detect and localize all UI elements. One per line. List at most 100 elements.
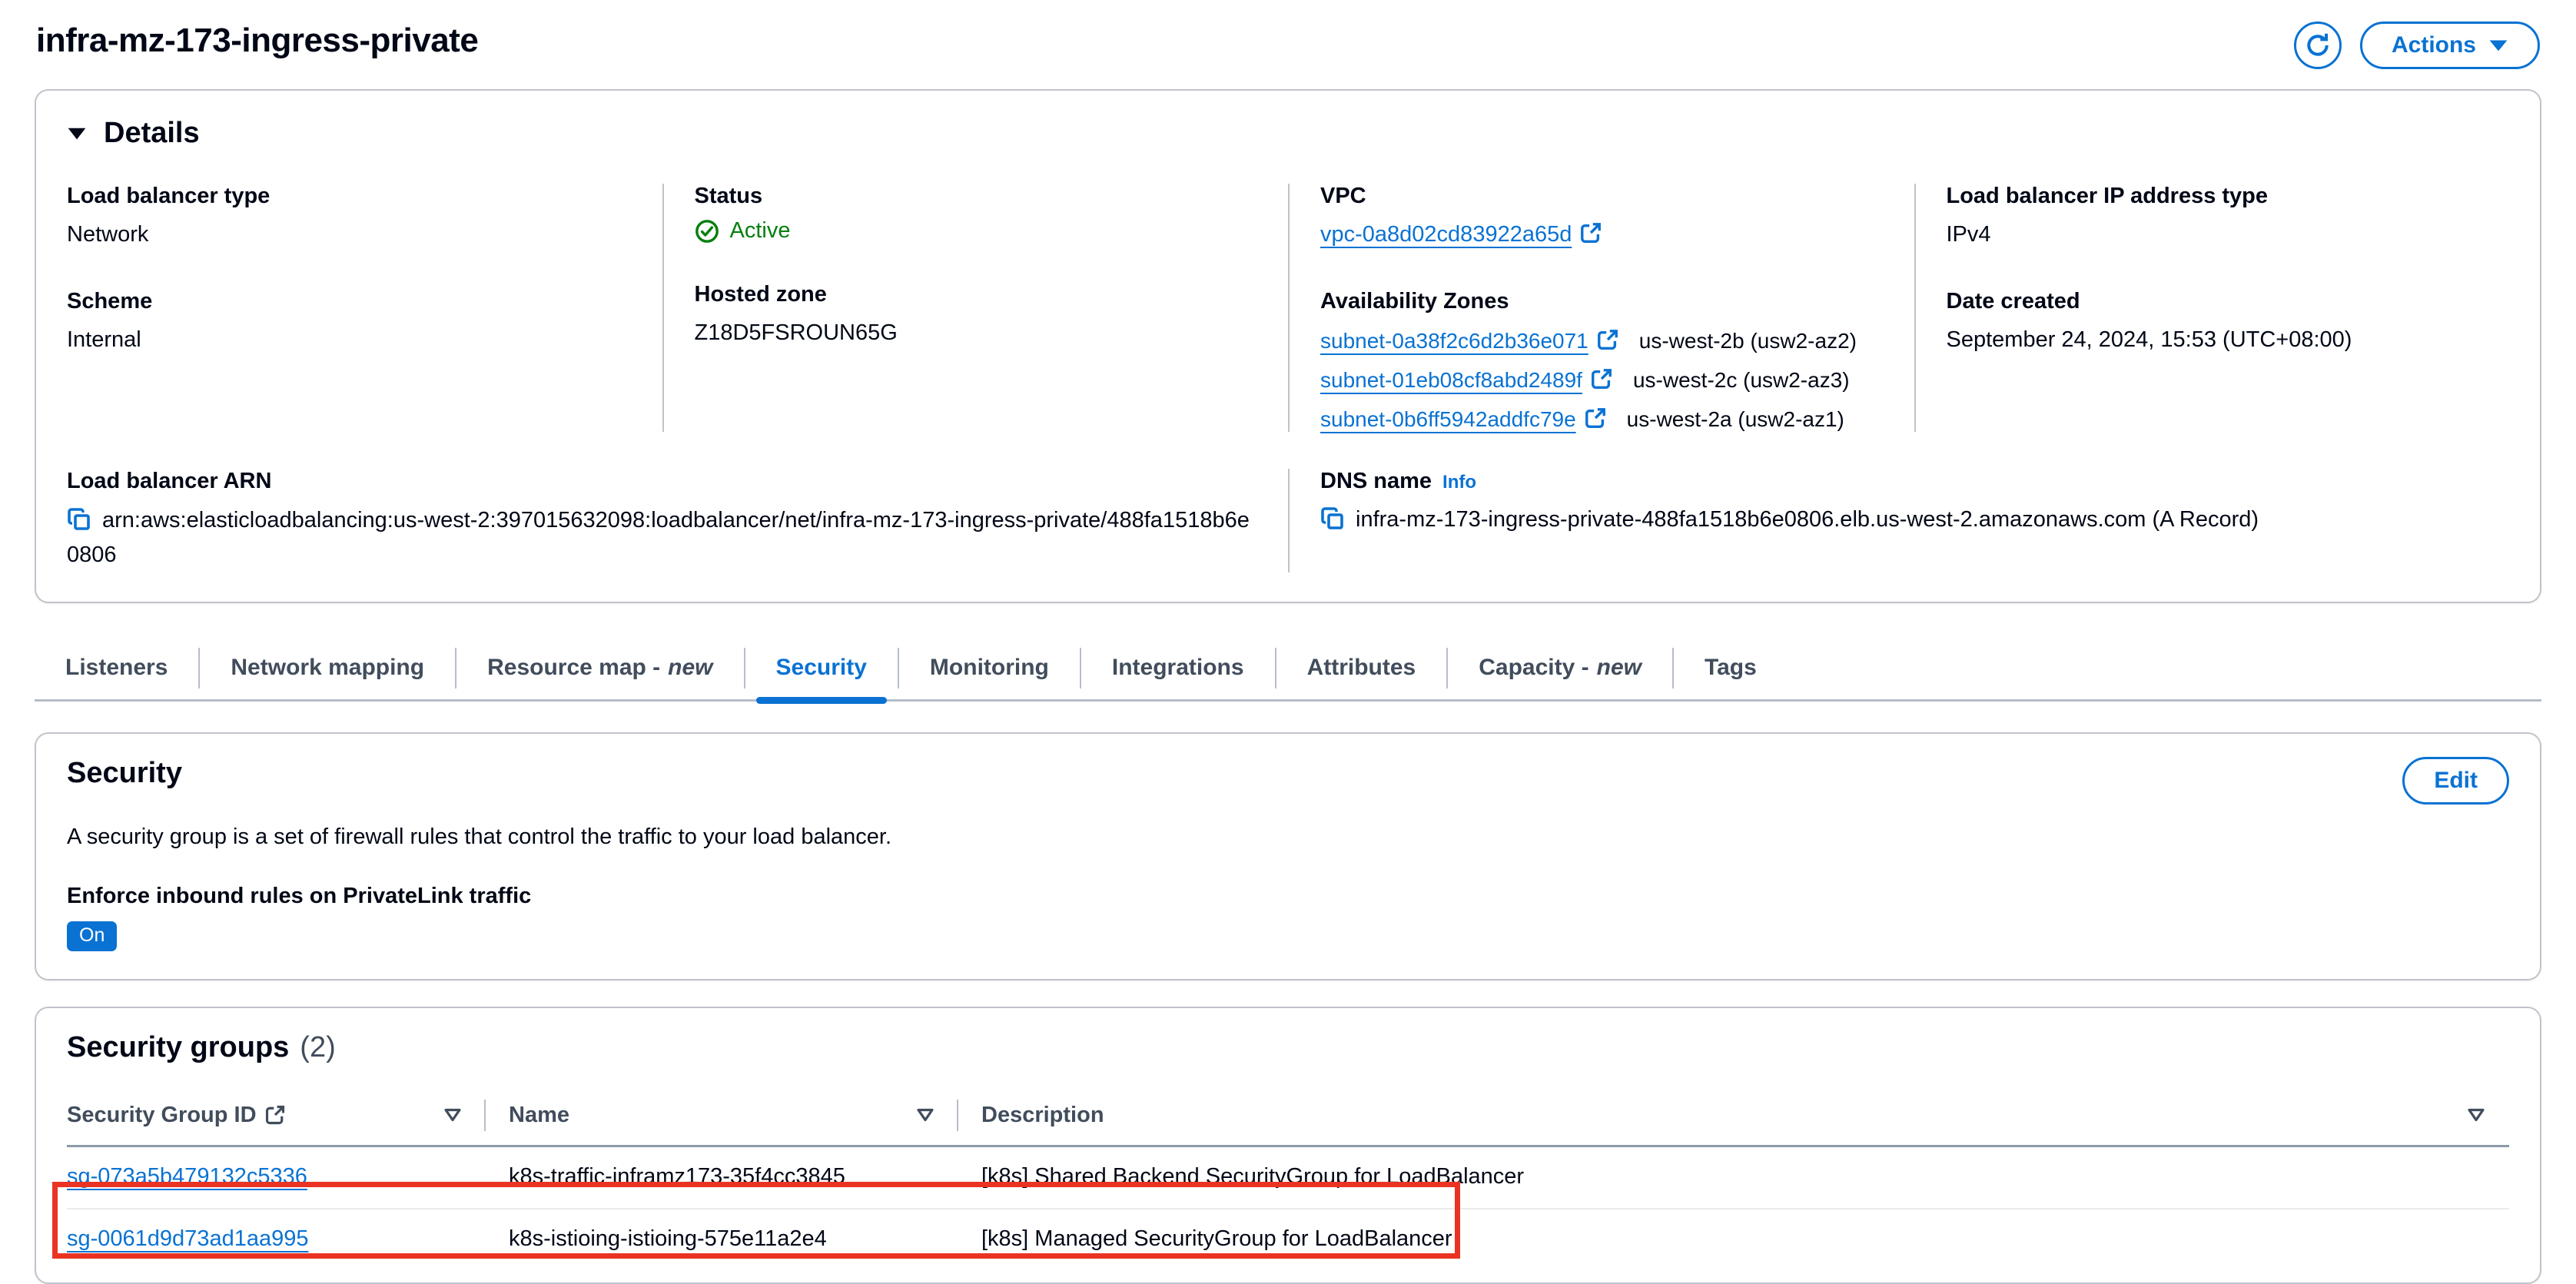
status-text: Active: [729, 218, 791, 243]
tab-new-suffix: new: [668, 655, 713, 681]
column-header-description[interactable]: Description: [958, 1087, 2509, 1145]
tab-label: Integrations: [1111, 655, 1244, 681]
external-link-icon: [1579, 221, 1602, 244]
field-label: DNS name Info: [1320, 469, 2512, 494]
subnet-link[interactable]: subnet-0a38f2c6d2b36e071: [1320, 329, 1588, 353]
field-value: IPv4: [1946, 222, 1991, 247]
details-column-1: Load balancer type Network Scheme Intern…: [36, 184, 662, 432]
arn-text: arn:aws:elasticloadbalancing:us-west-2:3…: [67, 508, 1250, 567]
edit-button[interactable]: Edit: [2402, 756, 2509, 805]
security-groups-panel: Security groups (2) Security Group ID Na…: [35, 1006, 2541, 1284]
subnet-az: us-west-2c (usw2-az3): [1632, 368, 1850, 393]
security-groups-table: Security Group ID Name Description sg-07…: [67, 1087, 2509, 1282]
actions-button[interactable]: Actions: [2359, 22, 2540, 69]
details-title: Details: [104, 117, 200, 149]
security-panel: Security Edit A security group is a set …: [35, 732, 2541, 980]
field-availability-zones: Availability Zones subnet-0a38f2c6d2b36e…: [1320, 289, 1887, 432]
tab-label: Listeners: [65, 655, 168, 681]
subnet-link-text: subnet-01eb08cf8abd2489f: [1320, 368, 1582, 393]
column-header-name[interactable]: Name: [486, 1087, 958, 1145]
field-vpc: VPC vpc-0a8d02cd83922a65d: [1320, 184, 1887, 250]
privatelink-label: Enforce inbound rules on PrivateLink tra…: [67, 883, 532, 908]
field-dns: DNS name Info infra-mz-173-ingress-privat…: [1320, 469, 2512, 536]
vpc-link-text: vpc-0a8d02cd83922a65d: [1320, 222, 1572, 247]
tab-attributes[interactable]: Attributes: [1276, 637, 1447, 699]
details-grid-row2: Load balancer ARN arn:aws:elasticloadbal…: [36, 469, 2540, 572]
security-group-link[interactable]: sg-0061d9d73ad1aa995: [67, 1226, 308, 1251]
tab-label: Monitoring: [929, 655, 1049, 681]
tab-label: Capacity -: [1479, 655, 1589, 681]
tab-bar: Listeners Network mapping Resource map -…: [35, 637, 2541, 704]
field-label: Load balancer ARN: [67, 469, 272, 494]
details-collapse-toggle[interactable]: Details: [36, 111, 2540, 156]
dns-info-link[interactable]: Info: [1442, 472, 1476, 493]
external-link-icon: [1590, 367, 1613, 390]
copy-dns-button[interactable]: [1320, 506, 1345, 531]
tab-resource-map[interactable]: Resource map - new: [456, 637, 743, 699]
tab-tags[interactable]: Tags: [1674, 637, 1788, 699]
details-arn-column: Load balancer ARN arn:aws:elasticloadbal…: [36, 469, 1288, 572]
table-row: sg-0061d9d73ad1aa995 k8s-istioing-istioi…: [67, 1209, 2509, 1282]
column-header-security-group-id[interactable]: Security Group ID: [67, 1087, 486, 1145]
tab-network-mapping[interactable]: Network mapping: [200, 637, 455, 699]
field-arn: Load balancer ARN arn:aws:elasticloadbal…: [67, 469, 1260, 572]
field-ip-type: Load balancer IP address type IPv4: [1947, 184, 2513, 250]
cell-description: [k8s] Managed SecurityGroup for LoadBala…: [981, 1226, 1452, 1251]
field-label: Hosted zone: [694, 282, 827, 307]
details-dns-column: DNS name Info infra-mz-173-ingress-privat…: [1288, 469, 2540, 572]
vpc-link[interactable]: vpc-0a8d02cd83922a65d: [1320, 222, 1572, 247]
cell-name: k8s-istioing-istioing-575e11a2e4: [509, 1226, 827, 1251]
sort-icon: [915, 1106, 935, 1123]
security-title: Security: [67, 756, 182, 789]
dns-text: infra-mz-173-ingress-private-488fa1518b6…: [1356, 507, 2259, 533]
actions-button-label: Actions: [2391, 32, 2476, 58]
tab-listeners[interactable]: Listeners: [35, 637, 198, 699]
status-value: Active: [695, 218, 1261, 244]
sort-icon: [443, 1106, 463, 1123]
column-header-label: Description: [981, 1102, 1104, 1127]
external-link-icon: [1584, 406, 1607, 430]
tab-integrations[interactable]: Integrations: [1081, 637, 1275, 699]
field-label: Date created: [1946, 289, 2080, 314]
field-value: September 24, 2024, 15:53 (UTC+08:00): [1946, 327, 2352, 353]
copy-icon: [1320, 506, 1345, 531]
details-panel: Details Load balancer type Network Schem…: [35, 89, 2541, 603]
field-value: Internal: [67, 327, 141, 353]
security-description: A security group is a set of firewall ru…: [67, 824, 892, 849]
refresh-button[interactable]: [2293, 22, 2342, 69]
copy-arn-button[interactable]: [67, 507, 91, 532]
cell-security-group-id: sg-0061d9d73ad1aa995: [67, 1209, 486, 1282]
subnet-row: subnet-0a38f2c6d2b36e071 us-west-2b (usw2…: [1320, 328, 1887, 353]
tab-capacity[interactable]: Capacity - new: [1448, 637, 1672, 699]
field-status: Status Active: [695, 184, 1261, 244]
tab-label: Network mapping: [231, 655, 425, 681]
field-label: Status: [694, 184, 763, 208]
subnet-link-text: subnet-0b6ff5942addfc79e: [1320, 407, 1576, 432]
field-label: Load balancer type: [67, 184, 271, 208]
tab-security[interactable]: Security: [745, 637, 898, 704]
tab-label: Tags: [1704, 655, 1757, 681]
field-scheme: Scheme Internal: [67, 289, 635, 356]
field-lb-type: Load balancer type Network: [67, 184, 635, 250]
collapse-triangle-icon: [67, 126, 87, 141]
subnet-link[interactable]: subnet-01eb08cf8abd2489f: [1320, 368, 1582, 392]
field-hosted-zone: Hosted zone Z18D5FSROUN65G: [695, 282, 1261, 349]
tab-label: Attributes: [1306, 655, 1416, 681]
refresh-icon: [2304, 32, 2332, 59]
subnet-az: us-west-2b (usw2-az2): [1638, 329, 1857, 353]
cell-description: [k8s] Shared Backend SecurityGroup for L…: [981, 1163, 1525, 1189]
privatelink-on-badge: On: [67, 921, 118, 951]
tab-label: Resource map -: [487, 655, 661, 681]
tab-label: Security: [775, 655, 867, 681]
field-label: Scheme: [67, 289, 153, 314]
security-group-link[interactable]: sg-073a5b479132c5336: [67, 1164, 307, 1189]
load-balancer-detail-page: infra-mz-173-ingress-private Actions Det…: [0, 0, 2576, 1284]
subnet-link-text: subnet-0a38f2c6d2b36e071: [1320, 329, 1588, 353]
caret-down-icon: [2488, 38, 2508, 53]
details-grid: Load balancer type Network Scheme Intern…: [36, 184, 2540, 433]
subnet-link[interactable]: subnet-0b6ff5942addfc79e: [1320, 407, 1576, 431]
details-column-2: Status Active Hosted zone Z18D5FSROUN65G: [662, 184, 1289, 433]
header-actions: Actions: [2293, 22, 2540, 69]
subnet-az: us-west-2a (usw2-az1): [1626, 407, 1844, 432]
tab-monitoring[interactable]: Monitoring: [899, 637, 1080, 699]
